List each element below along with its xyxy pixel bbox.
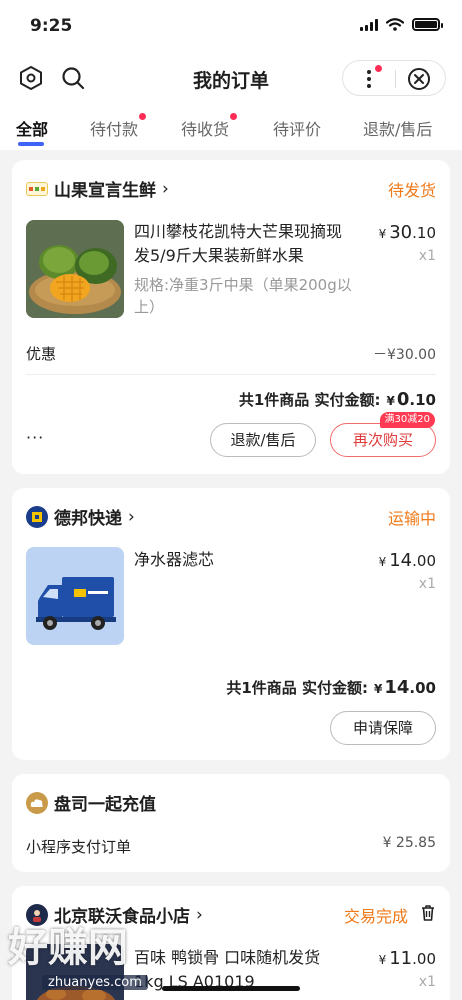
product-image[interactable]: [26, 547, 124, 645]
tab-refund-aftersale[interactable]: 退款/售后: [363, 116, 432, 140]
chevron-right-icon: ›: [128, 506, 135, 527]
shop-header[interactable]: 德邦快递 ›: [26, 504, 135, 529]
refund-aftersale-button[interactable]: 退款/售后: [210, 423, 316, 457]
discount-value: －¥30.00: [373, 347, 436, 363]
product-spec: 规格:净重3斤中果（单果200g以上）: [134, 276, 352, 316]
shop-header[interactable]: 盘司一起充值: [26, 790, 156, 815]
order-status: 运输中: [387, 509, 436, 528]
close-icon[interactable]: [407, 67, 431, 91]
order-card[interactable]: 德邦快递 › 运输中 净水器滤芯 ¥14.00 x1 共1件商品 实付金额: ¥1…: [12, 488, 450, 760]
order-type-label: 小程序支付订单: [26, 838, 132, 856]
divider: [26, 374, 436, 375]
order-card[interactable]: 盘司一起充值 小程序支付订单 ¥ 25.85: [12, 774, 450, 872]
apply-protection-button[interactable]: 申请保障: [330, 711, 436, 745]
product-image[interactable]: [26, 220, 124, 318]
more-vertical-icon[interactable]: [363, 69, 375, 89]
deppon-logo-icon: [26, 505, 48, 528]
cloud-logo-icon: [26, 791, 48, 814]
more-actions-button[interactable]: ···: [26, 428, 44, 447]
tab-pending-receipt[interactable]: 待收货: [181, 113, 238, 140]
status-time: 9:25: [30, 16, 73, 36]
product-name[interactable]: 净水器滤芯: [134, 548, 354, 572]
order-total: 共1件商品 实付金额: ¥14.00: [226, 677, 436, 698]
shop-name: 德邦快递: [54, 509, 122, 529]
product-name[interactable]: 四川攀枝花凯特大芒果现摘现发5/9斤大果装新鲜水果: [134, 220, 354, 268]
watermark-text: 好赚网: [8, 925, 128, 971]
tab-pending-payment[interactable]: 待付款: [90, 113, 147, 140]
battery-icon: [412, 18, 443, 31]
order-status: 交易完成: [343, 907, 408, 926]
watermark-url: zhuanyes.com: [42, 975, 148, 990]
capsule-divider: [395, 70, 396, 88]
tab-all[interactable]: 全部: [16, 116, 48, 140]
cellular-signal-icon: [360, 18, 378, 31]
home-indicator[interactable]: [162, 986, 300, 991]
shop-header[interactable]: 山果宣言生鲜 ›: [26, 176, 169, 201]
order-amount: ¥ 25.85: [382, 835, 436, 851]
miniprogram-capsule: [342, 60, 446, 96]
trash-icon[interactable]: [420, 904, 436, 922]
tab-pending-review[interactable]: 待评价: [273, 116, 321, 140]
active-tab-indicator: [18, 142, 44, 146]
tab-badge-dot: [230, 113, 238, 120]
status-icons: [360, 18, 443, 31]
promo-tag: 满30减20: [379, 412, 435, 428]
order-tabs: 全部 待付款 待收货 待评价 退款/售后: [0, 106, 462, 150]
order-status: 待发货: [387, 181, 436, 200]
product-quantity: x1: [418, 248, 436, 264]
shop-name: 盘司一起充值: [54, 795, 156, 815]
product-price: ¥14.00: [378, 550, 436, 571]
product-price: ¥11.00: [378, 948, 436, 969]
shop-name: 山果宣言生鲜: [54, 181, 156, 201]
shop-logo-icon: [26, 181, 48, 196]
order-card[interactable]: 山果宣言生鲜 › 待发货 四川攀枝花凯特大芒果现摘现发5/9斤大果装新鲜水果 规…: [12, 160, 450, 474]
discount-label: 优惠: [26, 345, 57, 363]
nav-bar: 我的订单: [0, 50, 462, 106]
product-quantity: x1: [418, 576, 436, 592]
tab-badge-dot: [139, 113, 147, 120]
product-quantity: x1: [418, 974, 436, 990]
status-bar: 9:25: [0, 0, 462, 50]
order-total: 共1件商品 实付金额: ¥0.10: [238, 389, 436, 410]
buy-again-button[interactable]: 再次购买 满30减20: [330, 412, 436, 457]
product-price: ¥30.10: [378, 222, 436, 243]
notification-dot: [375, 65, 382, 72]
wifi-icon: [386, 18, 404, 31]
chevron-right-icon: ›: [162, 178, 169, 199]
